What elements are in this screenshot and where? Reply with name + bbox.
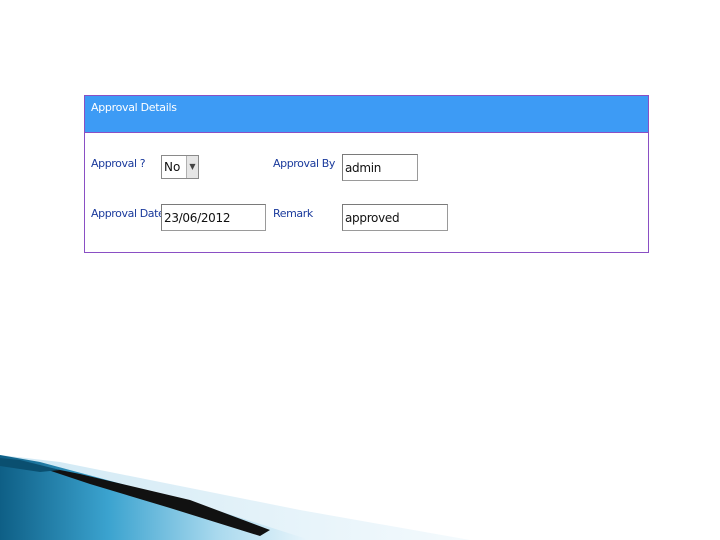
approval-by-label: Approval By: [273, 157, 335, 170]
panel-header: Approval Details: [85, 96, 648, 133]
remark-input[interactable]: [342, 204, 448, 231]
approval-date-label: Approval Date: [91, 207, 165, 220]
remark-label: Remark: [273, 207, 313, 220]
slide-corner-decoration: [0, 455, 470, 540]
approval-select-value: No: [164, 160, 181, 174]
approval-date-input[interactable]: [161, 204, 266, 231]
approval-select[interactable]: No ▼: [161, 155, 199, 179]
approval-details-panel: Approval Details Approval ? No ▼ Approva…: [84, 95, 649, 253]
approval-by-input[interactable]: [342, 154, 418, 181]
chevron-down-icon[interactable]: ▼: [186, 156, 198, 178]
panel-title: Approval Details: [91, 101, 177, 114]
approval-label: Approval ?: [91, 157, 146, 170]
